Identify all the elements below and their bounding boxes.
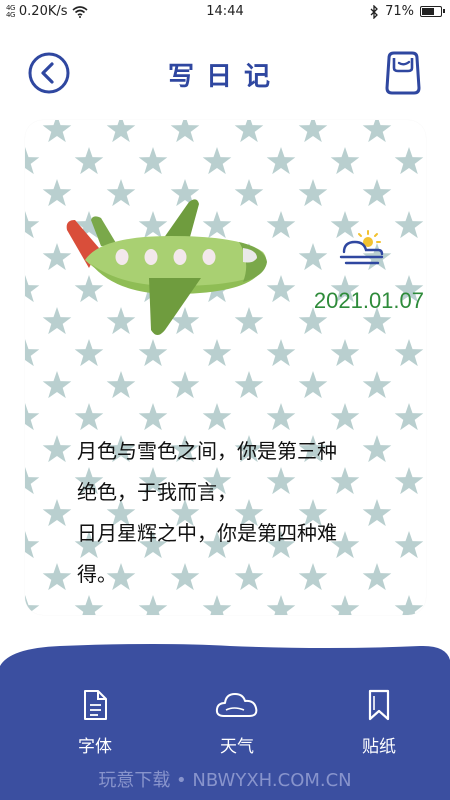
background-star bbox=[362, 179, 392, 207]
background-star bbox=[266, 595, 296, 615]
background-star bbox=[74, 403, 104, 431]
font-button[interactable]: 字体 bbox=[55, 688, 135, 757]
background-star bbox=[106, 120, 136, 143]
background-star bbox=[394, 211, 424, 239]
background-star bbox=[394, 467, 424, 495]
background-star bbox=[170, 371, 200, 399]
sticker-button[interactable]: 贴纸 bbox=[339, 688, 419, 757]
background-star bbox=[362, 120, 392, 143]
background-star bbox=[330, 339, 360, 367]
battery-percent: 71% bbox=[385, 4, 414, 19]
background-star bbox=[298, 243, 328, 271]
background-star bbox=[394, 595, 424, 615]
background-star bbox=[138, 339, 168, 367]
background-star bbox=[25, 467, 40, 495]
background-star bbox=[394, 403, 424, 431]
background-star bbox=[42, 435, 72, 463]
background-star bbox=[170, 120, 200, 143]
font-button-label: 字体 bbox=[78, 737, 112, 757]
save-icon[interactable] bbox=[380, 48, 426, 98]
background-star bbox=[138, 147, 168, 175]
background-star bbox=[25, 531, 40, 559]
background-star bbox=[74, 595, 104, 615]
background-star bbox=[42, 120, 72, 143]
background-star bbox=[25, 147, 40, 175]
bottom-toolbar: 字体 天气 贴纸 玩意下载 • NBWYXH.COM.CN bbox=[0, 640, 450, 800]
status-right: 71% bbox=[369, 4, 445, 19]
bluetooth-icon bbox=[370, 4, 379, 19]
background-star bbox=[202, 403, 232, 431]
background-star bbox=[394, 339, 424, 367]
header: 写日记 bbox=[0, 44, 450, 100]
background-star bbox=[138, 595, 168, 615]
sun-behind-cloud-icon[interactable] bbox=[338, 230, 384, 266]
background-star bbox=[106, 371, 136, 399]
background-star bbox=[25, 211, 40, 239]
weather-button-label: 天气 bbox=[220, 737, 254, 757]
battery-icon bbox=[420, 6, 445, 17]
background-star bbox=[330, 403, 360, 431]
battery-level bbox=[422, 8, 435, 15]
background-star bbox=[234, 120, 264, 143]
diary-date[interactable]: 2021.01.07 bbox=[314, 288, 424, 314]
background-star bbox=[74, 339, 104, 367]
background-star bbox=[330, 595, 360, 615]
diary-card: 2021.01.07 月色与雪色之间，你是第三种 绝色，于我而言， 日月星辉之中… bbox=[25, 120, 426, 615]
watermark: 玩意下载 • NBWYXH.COM.CN bbox=[98, 770, 352, 791]
background-star bbox=[330, 147, 360, 175]
airplane-illustration bbox=[66, 199, 267, 335]
background-star bbox=[42, 499, 72, 527]
background-star bbox=[298, 371, 328, 399]
bookmark-icon bbox=[368, 689, 390, 721]
background-star bbox=[42, 563, 72, 591]
font-icon bbox=[84, 690, 107, 720]
background-star bbox=[266, 339, 296, 367]
background-star bbox=[394, 531, 424, 559]
background-star bbox=[138, 403, 168, 431]
background-star bbox=[74, 147, 104, 175]
background-star bbox=[25, 275, 40, 303]
diary-text[interactable]: 月色与雪色之间，你是第三种 绝色，于我而言， 日月星辉之中，你是第四种难 得。 bbox=[77, 431, 377, 595]
background-star bbox=[25, 403, 40, 431]
status-bar: 4G 4G 0.20K/s 14:44 71% bbox=[0, 0, 450, 24]
background-star bbox=[25, 595, 40, 615]
background-star bbox=[42, 371, 72, 399]
background-star bbox=[394, 147, 424, 175]
background-star bbox=[202, 595, 232, 615]
background-star bbox=[298, 120, 328, 143]
background-star bbox=[362, 371, 392, 399]
background-star bbox=[25, 339, 40, 367]
background-star bbox=[298, 179, 328, 207]
background-star bbox=[266, 147, 296, 175]
background-star bbox=[202, 147, 232, 175]
background-star bbox=[234, 371, 264, 399]
weather-button[interactable]: 天气 bbox=[197, 688, 277, 757]
cloud-icon bbox=[215, 693, 258, 717]
background-star bbox=[202, 339, 232, 367]
sticker-button-label: 贴纸 bbox=[362, 737, 396, 757]
background-star bbox=[266, 403, 296, 431]
